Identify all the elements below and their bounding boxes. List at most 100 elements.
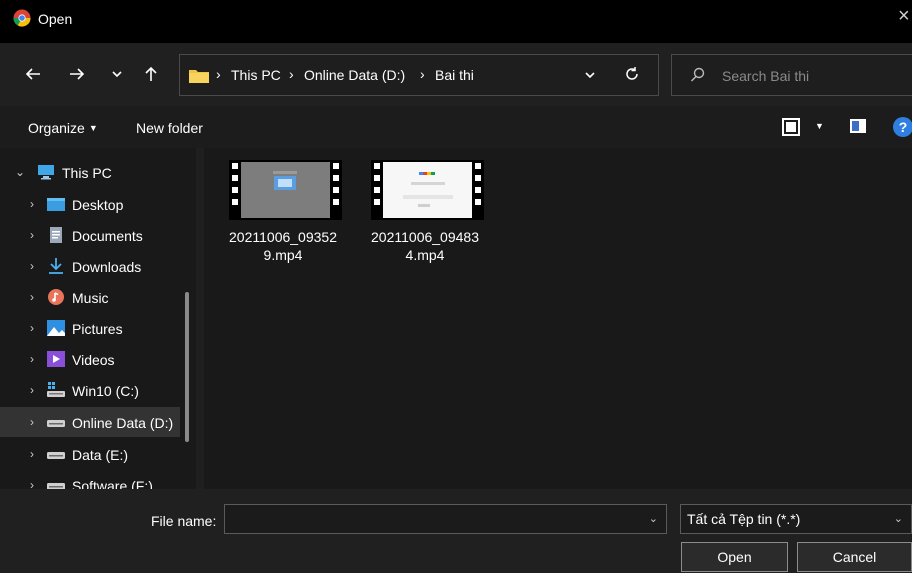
video-thumbnail: [229, 160, 342, 220]
file-list: 20211006_09352 9.mp4 20211006_09483 4.mp…: [204, 148, 912, 489]
sidebar-item-online-data-d[interactable]: › Online Data (D:): [0, 407, 180, 437]
open-button[interactable]: Open: [681, 542, 788, 572]
chevron-right-icon[interactable]: ›: [30, 321, 34, 335]
chevron-right-icon[interactable]: ›: [30, 228, 34, 242]
chevron-right-icon[interactable]: ›: [30, 447, 34, 461]
sidebar-item-label: Downloads: [72, 259, 142, 275]
forward-button[interactable]: [64, 61, 90, 87]
sidebar-item-label: Software (F:): [72, 478, 153, 489]
file-name: 20211006_09483 4.mp4: [371, 229, 479, 263]
search-input[interactable]: Search Bai thi: [671, 54, 912, 96]
sidebar-item-downloads[interactable]: › Downloads: [0, 251, 180, 281]
sidebar-item-data-e[interactable]: › Data (E:): [0, 439, 180, 469]
file-name-label: File name:: [151, 513, 217, 529]
breadcrumb-bai-thi[interactable]: Bai thi: [435, 67, 474, 83]
google-page-preview-icon: [273, 171, 297, 190]
file-item[interactable]: 20211006_09483 4.mp4: [350, 158, 484, 278]
navigation-pane: ⌄ This PC › Desktop › Documents › Downlo…: [0, 148, 196, 489]
sidebar-item-music[interactable]: › Music: [0, 282, 180, 312]
sidebar-item-pictures[interactable]: › Pictures: [0, 313, 180, 343]
chevron-right-icon[interactable]: ›: [30, 352, 34, 366]
sidebar-item-software-f[interactable]: › Software (F:): [0, 470, 180, 489]
chrome-icon: [13, 9, 31, 27]
chevron-right-icon[interactable]: ›: [30, 383, 34, 397]
monitor-icon: [38, 165, 54, 180]
pane-divider[interactable]: [196, 148, 204, 489]
desktop-folder-icon: [47, 198, 65, 211]
chevron-right-icon[interactable]: ›: [30, 197, 34, 211]
arrow-right-icon: [70, 68, 85, 80]
sidebar-item-win10-c[interactable]: › Win10 (C:): [0, 375, 180, 405]
breadcrumb-this-pc[interactable]: This PC: [231, 67, 281, 83]
sidebar-item-documents[interactable]: › Documents: [0, 220, 180, 250]
chevron-down-icon[interactable]: ⌄: [15, 165, 25, 179]
file-item[interactable]: 20211006_09352 9.mp4: [208, 158, 342, 278]
google-page-preview-icon: [403, 172, 453, 207]
breadcrumb-separator: ›: [420, 66, 425, 82]
window-title: Open: [38, 11, 73, 27]
pictures-icon: [47, 320, 65, 336]
organize-label: Organize: [28, 120, 85, 136]
command-toolbar: Organize ▼ New folder ▼ ?: [0, 106, 912, 148]
drive-icon: [47, 483, 65, 489]
dialog-footer: File name: ⌄ Tất cả Tệp tin (*.*) ⌄ Open…: [0, 489, 912, 573]
title-bar: Open ×: [0, 0, 912, 43]
video-frame-white: [383, 162, 472, 218]
search-icon: [691, 67, 705, 82]
sidebar-item-this-pc[interactable]: ⌄ This PC: [0, 157, 180, 187]
navigation-bar: › This PC › Online Data (D:) › Bai thi S…: [0, 43, 912, 106]
sidebar-item-label: Pictures: [72, 321, 123, 337]
breadcrumb-separator: ›: [289, 66, 294, 82]
preview-pane-icon[interactable]: [850, 119, 866, 133]
sidebar-item-videos[interactable]: › Videos: [0, 344, 180, 374]
file-name: 20211006_09352 9.mp4: [229, 229, 337, 263]
new-folder-button[interactable]: New folder: [136, 120, 203, 136]
sidebar-item-label: Videos: [72, 352, 115, 368]
folder-icon: [189, 70, 209, 83]
video-thumbnail: [371, 160, 484, 220]
drive-icon: [47, 420, 65, 427]
file-type-select[interactable]: Tất cả Tệp tin (*.*) ⌄: [680, 504, 912, 534]
chevron-right-icon[interactable]: ›: [30, 415, 34, 429]
sidebar-item-desktop[interactable]: › Desktop: [0, 189, 180, 219]
breadcrumb-online-data[interactable]: Online Data (D:): [304, 67, 405, 83]
arrow-left-icon: [25, 68, 40, 80]
up-button[interactable]: [138, 61, 164, 87]
sidebar-item-label: Data (E:): [72, 447, 129, 463]
sidebar-item-label: Music: [72, 290, 109, 306]
caret-down-icon: ▼: [88, 123, 98, 133]
file-name-input[interactable]: ⌄: [224, 504, 667, 534]
chevron-right-icon[interactable]: ›: [30, 259, 34, 273]
recent-locations-button[interactable]: [104, 61, 130, 87]
sidebar-item-label: Online Data (D:): [72, 415, 174, 431]
search-placeholder: Search Bai thi: [722, 68, 810, 84]
help-icon[interactable]: ?: [893, 117, 912, 137]
cancel-button[interactable]: Cancel: [797, 542, 912, 572]
sidebar-scrollbar[interactable]: [185, 292, 189, 442]
view-mode-icon[interactable]: [782, 118, 800, 136]
chevron-down-icon[interactable]: ⌄: [894, 512, 903, 525]
drive-icon: [47, 452, 65, 459]
breadcrumb-separator: ›: [216, 66, 221, 82]
address-bar[interactable]: › This PC › Online Data (D:) › Bai thi: [179, 54, 659, 96]
chevron-right-icon[interactable]: ›: [30, 478, 34, 489]
organize-button[interactable]: Organize ▼: [28, 120, 98, 136]
address-dropdown-icon[interactable]: [584, 69, 596, 81]
documents-icon: [50, 227, 62, 243]
open-file-dialog: Open × › This PC › Online Data (D:) › Ba…: [0, 0, 912, 573]
sidebar-item-label: Desktop: [72, 197, 124, 213]
sidebar-item-label: Win10 (C:): [72, 383, 139, 399]
view-options-caret-icon[interactable]: ▼: [815, 121, 824, 131]
chevron-down-icon: [112, 71, 122, 78]
arrow-up-icon: [145, 66, 157, 81]
download-arrow-icon: [49, 258, 63, 274]
chevron-right-icon[interactable]: ›: [30, 290, 34, 304]
refresh-icon[interactable]: [624, 66, 640, 82]
chevron-down-icon[interactable]: ⌄: [649, 512, 658, 525]
sidebar-item-label: Documents: [72, 228, 143, 244]
file-type-value: Tất cả Tệp tin (*.*): [687, 511, 801, 527]
video-frame-gray: [241, 162, 330, 218]
windows-drive-icon: [47, 382, 65, 397]
back-button[interactable]: [20, 61, 46, 87]
close-icon[interactable]: ×: [898, 6, 910, 26]
